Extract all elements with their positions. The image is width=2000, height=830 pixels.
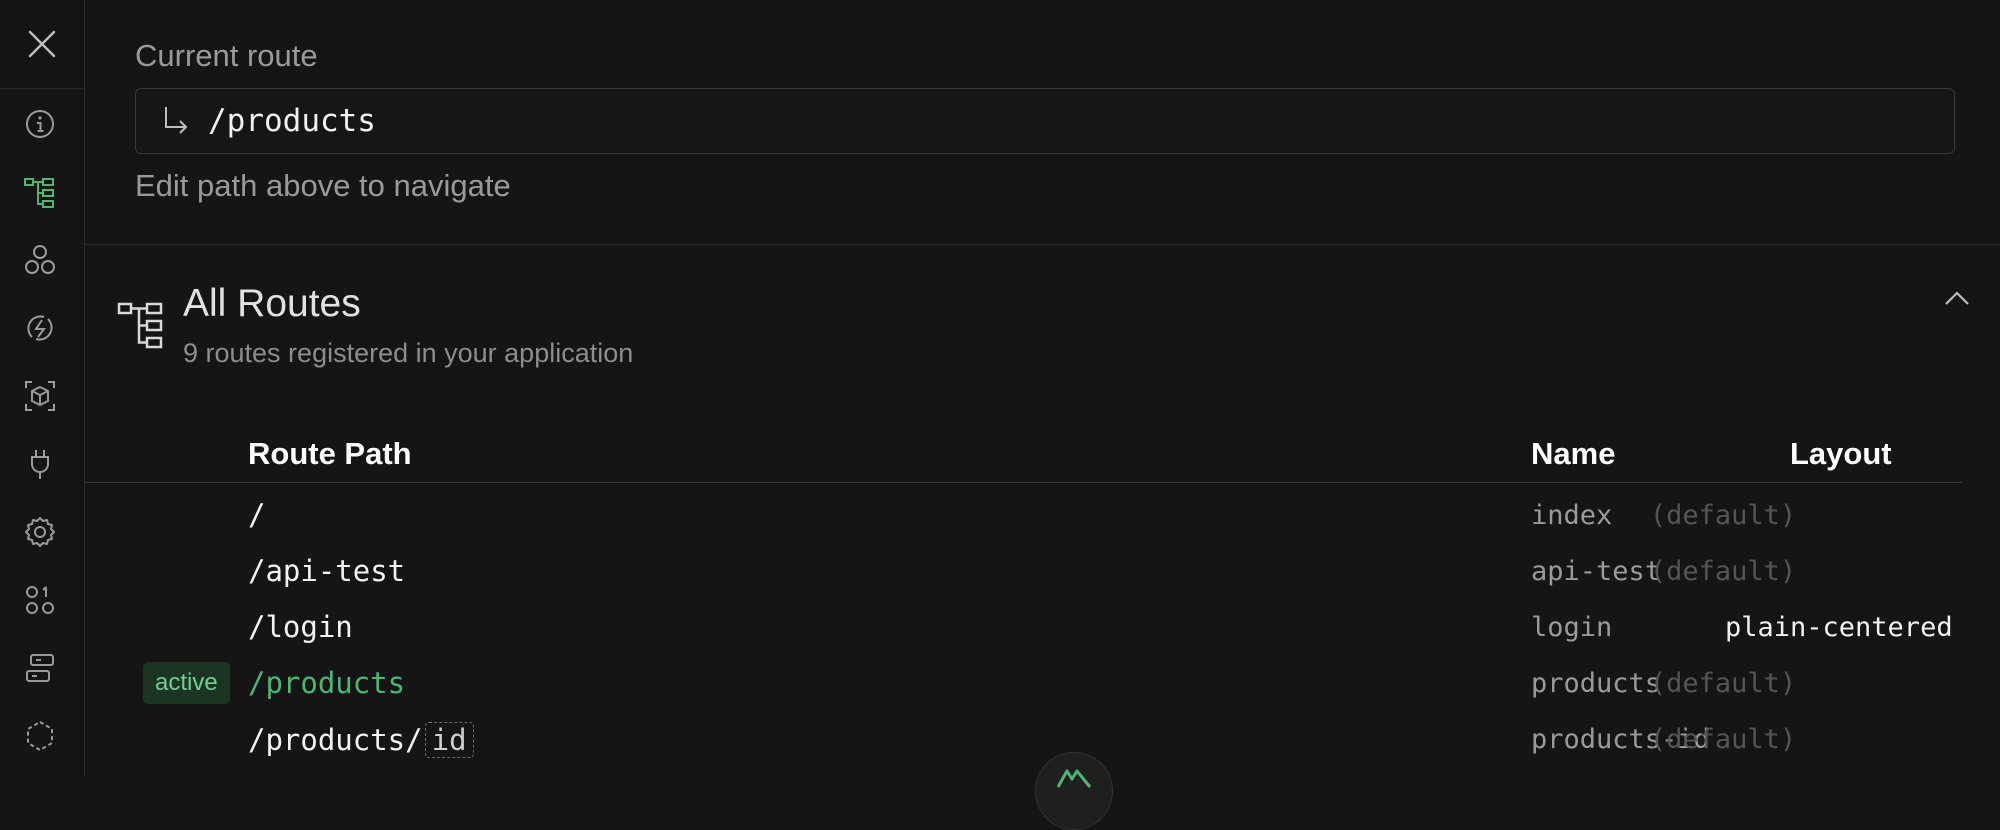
route-name: login xyxy=(1531,612,1613,643)
main-panel: Current route /products Edit path above … xyxy=(85,0,2000,830)
section-divider xyxy=(85,244,2000,245)
route-layout: (default) xyxy=(1649,668,1797,699)
nuxt-logo-icon xyxy=(1056,769,1092,788)
route-path[interactable]: /api-test xyxy=(248,554,405,588)
chevron-up-icon[interactable] xyxy=(1942,284,1972,314)
sidebar-item-server-routes[interactable] xyxy=(22,650,58,686)
route-path[interactable]: /products xyxy=(248,666,405,700)
settings-icon xyxy=(25,517,55,547)
server-routes-icon xyxy=(26,654,54,682)
close-icon xyxy=(28,30,56,58)
current-route-input[interactable]: /products xyxy=(135,88,1955,154)
route-layout: plain-centered xyxy=(1725,612,1953,643)
table-row[interactable]: /login login plain-centered xyxy=(85,602,1962,658)
route-path[interactable]: /products/id xyxy=(248,722,474,758)
route-path[interactable]: /login xyxy=(248,610,353,644)
table-row[interactable]: active /products products (default) xyxy=(85,658,1962,714)
table-row[interactable]: / index (default) xyxy=(85,490,1962,546)
route-tree-icon xyxy=(117,302,163,349)
modules-icon xyxy=(26,586,54,614)
all-routes-subtitle: 9 routes registered in your application xyxy=(183,338,634,368)
all-routes-title: All Routes xyxy=(183,282,361,325)
route-param: id xyxy=(424,722,474,758)
current-route-label: Current route xyxy=(135,38,318,73)
sidebar-item-modules[interactable] xyxy=(22,582,58,618)
sidebar-item-settings[interactable] xyxy=(22,514,58,550)
info-icon xyxy=(26,110,54,138)
route-path-prefix: /products/ xyxy=(248,723,423,757)
plug-icon xyxy=(31,450,49,479)
polygon-icon xyxy=(27,720,53,752)
current-route-value[interactable]: /products xyxy=(208,103,376,139)
route-layout: (default) xyxy=(1649,724,1797,755)
route-path[interactable]: / xyxy=(248,498,265,532)
route-layout: (default) xyxy=(1649,556,1797,587)
sidebar-item-overview[interactable] xyxy=(22,106,58,142)
sidebar-item-virtual-files[interactable] xyxy=(22,718,58,754)
components-icon xyxy=(25,245,55,274)
route-layout: (default) xyxy=(1649,500,1797,531)
sidebar-item-routes[interactable] xyxy=(22,174,58,210)
header-name: Name xyxy=(1531,436,1616,471)
sidebar-item-timeline[interactable] xyxy=(22,310,58,346)
header-rule xyxy=(85,482,1962,483)
header-layout: Layout xyxy=(1790,436,1892,471)
navigate-hint: Edit path above to navigate xyxy=(135,168,511,203)
sidebar-item-plugins[interactable] xyxy=(22,446,58,482)
table-row[interactable]: /products/id products-id (default) xyxy=(85,714,1962,770)
sidebar-item-assets[interactable] xyxy=(22,378,58,414)
sidebar xyxy=(0,0,85,776)
sidebar-item-components[interactable] xyxy=(22,242,58,278)
lightning-icon xyxy=(27,315,53,341)
return-arrow-icon xyxy=(165,107,188,134)
nuxt-devtools-toggle[interactable] xyxy=(1035,752,1113,830)
table-row[interactable]: /api-test api-test (default) xyxy=(85,546,1962,602)
route-tree-icon xyxy=(24,178,54,208)
header-route-path: Route Path xyxy=(248,436,412,471)
active-badge: active xyxy=(143,662,230,704)
assets-icon xyxy=(25,381,55,411)
close-button[interactable] xyxy=(0,0,84,89)
